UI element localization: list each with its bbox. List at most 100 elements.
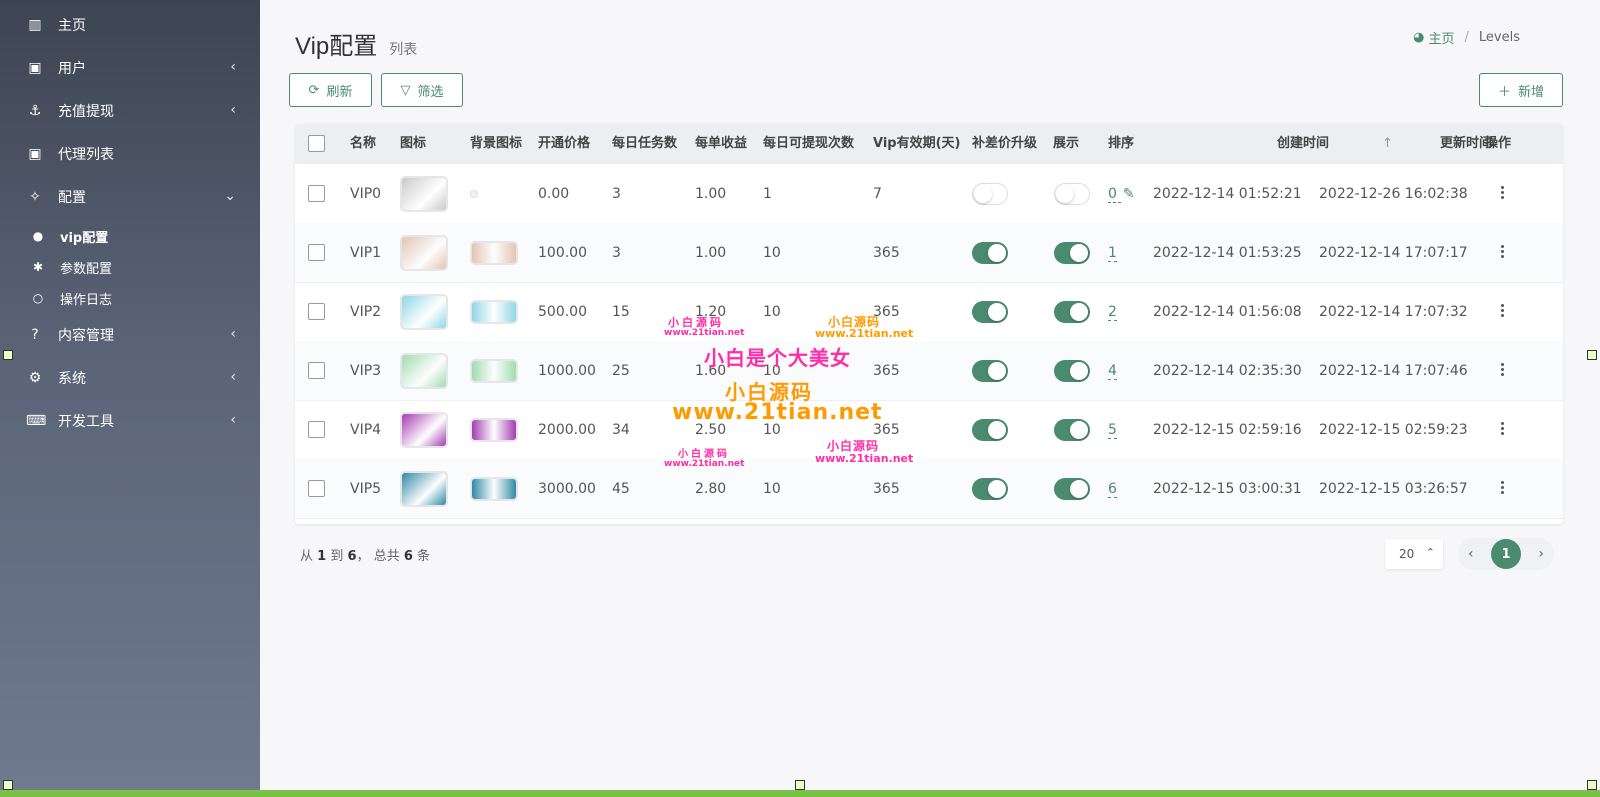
show-toggle[interactable] [1054,360,1090,382]
vip-name: VIP1 [350,245,382,261]
sort-arrow-icon[interactable]: ↑ [1382,124,1393,164]
toggle-knob [1070,244,1088,262]
summary-prefix: 从 [300,549,314,564]
upgrade-toggle[interactable] [972,419,1008,441]
dot-glyph [1501,486,1504,489]
resize-handle-bottom-left[interactable] [3,780,13,790]
table-row: VIP2 500.00 15 1.20 10 365 2 2022-12-14 01:56:0… [295,282,1563,342]
page-size-select[interactable]: 20 ⌃ [1385,539,1443,569]
chevron-left-icon: ‹ [230,369,236,385]
vip-icon-image [400,235,448,271]
updated-time: 2022-12-15 02:59:23 [1319,422,1468,438]
vip-icon-image [400,353,448,389]
upgrade-toggle[interactable] [972,478,1008,500]
row-checkbox[interactable] [308,362,325,379]
more-actions-icon[interactable] [1501,363,1505,376]
table-row: VIP1 100.00 3 1.00 10 365 1 2022-12-14 01:53:25… [295,223,1563,283]
sidebar-item-items_bottom-1[interactable]: ⚙ 系统 ‹ [0,356,260,400]
sidebar-item-label: 内容管理 [58,328,114,344]
resize-handle-bottom[interactable] [795,780,805,790]
upgrade-toggle[interactable] [972,183,1008,205]
vip-tasks: 15 [612,304,630,320]
row-checkbox[interactable] [308,185,325,202]
sidebar-item-items-0[interactable]: ▥ 主页 [0,3,260,47]
sidebar-subitem-0[interactable]: ● vip配置 [0,220,260,252]
more-actions-icon[interactable] [1501,304,1505,317]
dot-glyph [1501,191,1504,194]
show-toggle[interactable] [1054,301,1090,323]
pencil-icon[interactable]: ✎ [1123,186,1135,202]
row-checkbox[interactable] [308,421,325,438]
created-time: 2022-12-15 02:59:16 [1153,422,1302,438]
upgrade-toggle[interactable] [972,242,1008,264]
row-checkbox[interactable] [308,303,325,320]
row-checkbox[interactable] [308,244,325,261]
created-time: 2022-12-14 01:53:25 [1153,245,1302,261]
breadcrumb-home-label: 主页 [1428,32,1455,47]
sidebar-subitem-label: vip配置 [60,230,109,246]
column-header: 图标 [400,136,427,151]
show-toggle[interactable] [1054,242,1090,264]
watermark-text: www.21tian.net [664,328,745,338]
show-toggle[interactable] [1054,183,1090,205]
page-size-value: 20 [1399,547,1415,561]
sidebar: ▥ 主页 ▣ 用户 ‹ ⚓ 充值提现 ‹ ▣ 代理列表 ✧ 配置 ⌄ ● vip配置 ✱ 参数配置 ○ 操作日志? 内… [0,0,260,790]
refresh-label: 刷新 [326,84,353,100]
more-actions-icon[interactable] [1501,245,1505,258]
show-toggle[interactable] [1054,419,1090,441]
next-page-button[interactable]: › [1538,546,1544,562]
watermark-text: www.21tian.net [672,400,883,425]
sort-order-value: 0 [1108,186,1121,203]
sort-order-value: 2 [1108,304,1117,321]
add-button[interactable]: ＋ 新增 [1479,73,1563,107]
current-page-button[interactable]: 1 [1491,539,1521,569]
sort-order-editable[interactable]: 5 [1108,400,1117,460]
breadcrumb-separator: / [1464,30,1469,45]
breadcrumb-home[interactable]: ◕ 主页 [1413,28,1454,47]
pagination-summary: 从 1 到 6， 总共 6 条 [300,545,430,564]
vip-background-image [470,241,518,265]
row-checkbox[interactable] [308,480,325,497]
table-row: VIP4 2000.00 34 2.50 10 365 5 2022-12-15 02:59:… [295,400,1563,460]
sidebar-item-items-4[interactable]: ✧ 配置 ⌄ [0,175,260,219]
more-actions-icon[interactable] [1501,422,1505,435]
sort-order-editable[interactable]: 4 [1108,341,1117,401]
sort-order-editable[interactable]: 0 ✎ [1108,164,1135,224]
sort-order-value: 4 [1108,363,1117,380]
window-bottom-bar [0,790,1600,797]
resize-handle-right[interactable] [1587,350,1597,360]
filter-button[interactable]: ▽ 筛选 [381,73,463,107]
sidebar-item-items-2[interactable]: ⚓ 充值提现 ‹ [0,89,260,133]
sort-order-editable[interactable]: 6 [1108,459,1117,519]
dot-glyph [1501,250,1504,253]
show-toggle[interactable] [1054,478,1090,500]
sidebar-subitem-1[interactable]: ✱ 参数配置 [0,251,260,283]
resize-handle-left[interactable] [3,350,13,360]
toggle-knob [1056,185,1074,203]
column-header: Vip有效期(天) [873,136,961,151]
sidebar-subitem-2[interactable]: ○ 操作日志 [0,282,260,314]
updated-time: 2022-12-14 17:07:17 [1319,245,1468,261]
summary-total-word: 总共 [373,549,400,564]
sidebar-item-items-3[interactable]: ▣ 代理列表 [0,132,260,176]
select-all-checkbox[interactable] [308,135,325,152]
sort-order-value: 1 [1108,245,1117,262]
sidebar-item-items_bottom-0[interactable]: ? 内容管理 ‹ [0,313,260,357]
keyboard-icon: ⌨ [26,413,47,429]
table-row: VIP5 3000.00 45 2.80 10 365 6 2022-12-15 03:00:… [295,459,1563,519]
sort-order-editable[interactable]: 2 [1108,282,1117,342]
prev-page-button[interactable]: ‹ [1468,546,1474,562]
sort-order-editable[interactable]: 1 [1108,223,1117,283]
sidebar-item-items-1[interactable]: ▣ 用户 ‹ [0,46,260,90]
summary-total: 6 [403,549,413,564]
resize-handle-bottom-right[interactable] [1587,780,1597,790]
watermark-text: www.21tian.net [815,327,914,340]
sidebar-subitem-label: 参数配置 [60,261,113,277]
upgrade-toggle[interactable] [972,301,1008,323]
more-actions-icon[interactable] [1501,186,1505,199]
sidebar-item-items_bottom-2[interactable]: ⌨ 开发工具 ‹ [0,399,260,443]
more-actions-icon[interactable] [1501,481,1505,494]
chevron-down-icon: ⌄ [224,188,236,204]
upgrade-toggle[interactable] [972,360,1008,382]
refresh-button[interactable]: ⟳ 刷新 [289,73,372,107]
